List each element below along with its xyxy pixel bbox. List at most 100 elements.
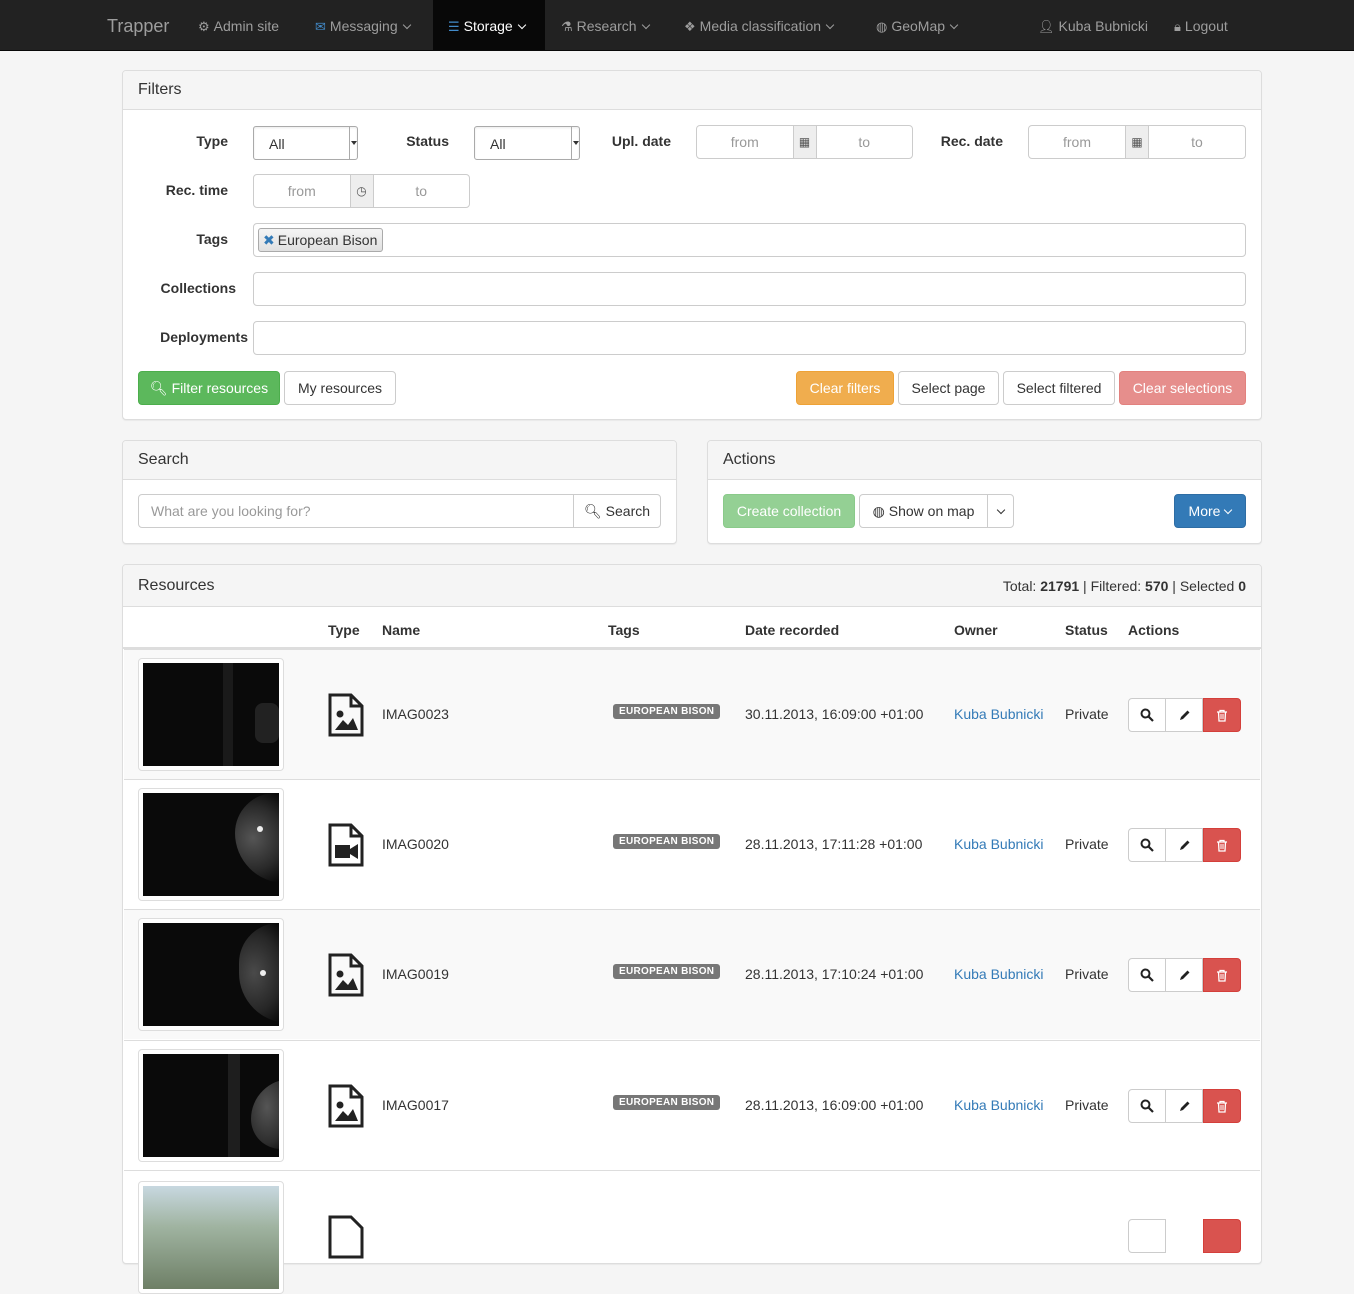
calendar-icon[interactable]: ▦ — [792, 126, 817, 158]
table-row: IMAG0019 EUROPEAN BISON 28.11.2013, 17:10:… — [124, 909, 1260, 1039]
deployments-label: Deployments — [160, 329, 248, 345]
edit-button[interactable] — [1165, 698, 1203, 732]
record-time-to[interactable]: to — [374, 175, 470, 207]
clear-filters-button[interactable]: Clear filters — [796, 371, 894, 405]
record-time-range: from ◷ to — [253, 174, 470, 208]
edit-button[interactable] — [1165, 958, 1203, 992]
nav-media-classification[interactable]: ❖ Media classification — [684, 0, 835, 50]
type-select[interactable]: All — [253, 126, 358, 160]
chevron-down-icon — [1224, 505, 1233, 515]
resource-name: IMAG0019 — [382, 966, 449, 982]
resource-thumbnail[interactable] — [138, 658, 284, 771]
resource-date-recorded: 28.11.2013, 17:10:24 +01:00 — [745, 966, 924, 982]
type-label: Type — [196, 133, 228, 149]
upload-date-to[interactable]: to — [817, 126, 913, 158]
nav-user[interactable]: 👤︎ Kuba Bubnicki — [1038, 0, 1148, 50]
nav-messaging[interactable]: ✉ Messaging — [315, 0, 411, 50]
preview-button[interactable] — [1128, 1219, 1166, 1253]
search-icon — [1140, 708, 1154, 722]
edit-button[interactable] — [1165, 828, 1203, 862]
search-button[interactable]: 🔍︎ Search — [573, 494, 661, 528]
flask-icon: ⚗ — [561, 19, 573, 34]
column-header-status[interactable]: Status — [1065, 622, 1108, 638]
select-page-button[interactable]: Select page — [898, 371, 999, 405]
preview-button[interactable] — [1128, 1089, 1166, 1123]
create-collection-button[interactable]: Create collection — [723, 494, 855, 528]
pencil-icon — [1179, 970, 1189, 980]
chevron-down-icon — [949, 20, 959, 30]
trash-icon — [1217, 969, 1227, 982]
table-row: IMAG0020 EUROPEAN BISON 28.11.2013, 17:11:… — [124, 779, 1260, 909]
nav-admin-site[interactable]: ⚙ Admin site — [198, 0, 279, 50]
nav-research[interactable]: ⚗ Research — [561, 0, 650, 50]
table-row: IMAG0017 EUROPEAN BISON 28.11.2013, 16:09:… — [124, 1040, 1260, 1170]
image-file-icon — [328, 1215, 364, 1259]
my-resources-button[interactable]: My resources — [284, 371, 396, 405]
resource-thumbnail[interactable] — [138, 1181, 284, 1294]
delete-button[interactable] — [1203, 958, 1241, 992]
edit-button[interactable] — [1165, 1089, 1203, 1123]
resource-tag-badge: EUROPEAN BISON — [613, 1095, 721, 1110]
resource-owner-link[interactable]: Kuba Bubnicki — [954, 1097, 1044, 1113]
calendar-icon[interactable]: ▦ — [1125, 126, 1149, 158]
delete-button[interactable] — [1203, 828, 1241, 862]
upload-date-range: from ▦ to — [696, 125, 913, 159]
resource-owner-link[interactable]: Kuba Bubnicki — [954, 706, 1044, 722]
resource-status: Private — [1065, 706, 1109, 722]
record-date-to[interactable]: to — [1149, 126, 1245, 158]
image-file-icon — [328, 1084, 364, 1128]
forest-image — [143, 1186, 279, 1289]
more-actions-button[interactable]: More — [1174, 494, 1246, 528]
resource-owner-link[interactable]: Kuba Bubnicki — [954, 836, 1044, 852]
show-on-map-button[interactable]: ◍ Show on map — [859, 494, 988, 528]
actions-panel: Actions — [707, 440, 1262, 544]
resource-thumbnail[interactable] — [138, 918, 284, 1031]
status-select[interactable]: All — [474, 126, 580, 160]
delete-button[interactable] — [1203, 1219, 1241, 1253]
camera-trap-image — [143, 1054, 279, 1157]
search-input[interactable]: What are you looking for? — [138, 494, 574, 528]
clear-selections-button[interactable]: Clear selections — [1119, 371, 1246, 405]
deployments-input[interactable] — [253, 321, 1246, 355]
collections-input[interactable] — [253, 272, 1246, 306]
show-on-map-dropdown-toggle[interactable] — [987, 494, 1014, 528]
column-header-owner[interactable]: Owner — [954, 622, 998, 638]
resource-name: IMAG0017 — [382, 1097, 449, 1113]
column-header-type[interactable]: Type — [328, 622, 360, 638]
search-panel: Search — [122, 440, 677, 544]
collections-label: Collections — [160, 280, 236, 296]
brand-logo[interactable]: Trapper — [107, 0, 169, 51]
delete-button[interactable] — [1203, 1089, 1241, 1123]
remove-tag-icon[interactable]: ✖ — [263, 232, 275, 248]
resource-thumbnail[interactable] — [138, 788, 284, 901]
column-header-actions: Actions — [1128, 622, 1180, 638]
column-header-date-recorded[interactable]: Date recorded — [745, 622, 839, 638]
preview-button[interactable] — [1128, 828, 1166, 862]
nav-geomap[interactable]: ◍ GeoMap — [876, 0, 959, 50]
table-row — [124, 1170, 1260, 1294]
camera-trap-image — [143, 663, 279, 766]
top-navbar: Trapper ⚙ Admin site ✉ Messaging ☰ Storage … — [0, 0, 1354, 51]
trash-icon — [1217, 839, 1227, 852]
tags-input[interactable] — [253, 223, 1246, 257]
preview-button[interactable] — [1128, 958, 1166, 992]
resource-date-recorded: 28.11.2013, 16:09:00 +01:00 — [745, 1097, 924, 1113]
resource-owner-link[interactable]: Kuba Bubnicki — [954, 966, 1044, 982]
upload-date-from[interactable]: from — [697, 126, 793, 158]
preview-button[interactable] — [1128, 698, 1166, 732]
clock-icon[interactable]: ◷ — [349, 175, 374, 207]
record-date-from[interactable]: from — [1029, 126, 1125, 158]
record-time-from[interactable]: from — [254, 175, 350, 207]
image-file-icon — [328, 953, 364, 997]
nav-logout[interactable]: 🔒︎ Logout — [1174, 0, 1228, 50]
select-filtered-button[interactable]: Select filtered — [1003, 371, 1115, 405]
resources-title: Resources — [138, 577, 215, 594]
nav-storage[interactable]: ☰ Storage — [433, 0, 545, 50]
column-header-name[interactable]: Name — [382, 622, 420, 638]
filter-resources-button[interactable]: 🔍︎ Filter resources — [138, 371, 280, 405]
select-arrow-icon — [349, 127, 357, 159]
resource-thumbnail[interactable] — [138, 1049, 284, 1162]
column-header-tags[interactable]: Tags — [608, 622, 640, 638]
filters-title: Filters — [123, 71, 1261, 110]
delete-button[interactable] — [1203, 698, 1241, 732]
